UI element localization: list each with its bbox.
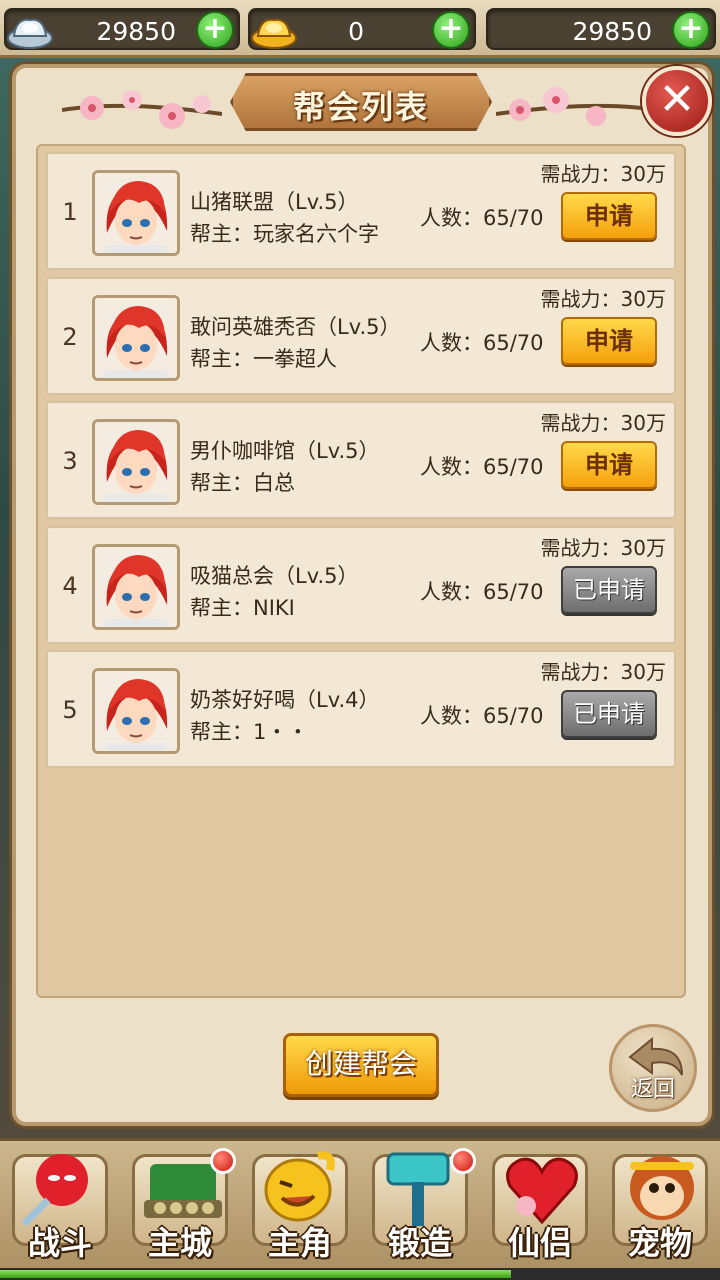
guild-name: 山猪联盟（Lv.5） bbox=[190, 190, 359, 214]
guild-rank: 5 bbox=[62, 696, 78, 724]
blossom-decoration-right bbox=[496, 87, 656, 126]
progress-fill bbox=[0, 1270, 512, 1278]
guild-rank: 4 bbox=[62, 572, 78, 600]
apply-button[interactable]: 申请 bbox=[561, 192, 657, 240]
guild-row[interactable]: 1 山猪联盟（Lv.5） 帮主：玩家名六个字 人数：65/70 需战力：30万 … bbox=[46, 152, 676, 270]
guild-leader: 帮主：白总 bbox=[190, 471, 295, 495]
applied-button[interactable]: 已申请 bbox=[561, 690, 657, 738]
guild-name: 奶茶好好喝（Lv.4） bbox=[190, 688, 380, 712]
nav-item[interactable]: 仙侣 bbox=[484, 1146, 596, 1264]
close-x-icon: ✕ bbox=[658, 74, 696, 125]
add-silver-button[interactable]: + bbox=[196, 11, 234, 49]
guild-members: 人数：65/70 bbox=[420, 580, 544, 604]
guild-leader-avatar bbox=[92, 544, 180, 630]
guild-leader-avatar bbox=[92, 170, 180, 256]
nav-label: 宠物 bbox=[627, 1224, 692, 1262]
guild-leader: 帮主：一拳超人 bbox=[190, 347, 337, 371]
applied-button[interactable]: 已申请 bbox=[561, 566, 657, 614]
nav-item[interactable]: 宠物 bbox=[604, 1146, 716, 1264]
gold-amount: 0 bbox=[348, 17, 364, 46]
guild-members: 人数：65/70 bbox=[420, 206, 544, 230]
guild-row[interactable]: 4 吸猫总会（Lv.5） 帮主：NIKI 人数：65/70 需战力：30万 已申… bbox=[46, 526, 676, 644]
power-requirement: 需战力：30万 bbox=[540, 536, 666, 560]
guild-name: 敢问英雄秃否（Lv.5） bbox=[190, 315, 401, 339]
silver-currency: 29850 + bbox=[4, 8, 240, 50]
nav-label: 主角 bbox=[267, 1224, 332, 1262]
add-third-button[interactable]: + bbox=[672, 11, 710, 49]
guild-rank: 2 bbox=[62, 323, 78, 351]
back-button[interactable]: 返回 bbox=[609, 1024, 697, 1112]
nav-item[interactable]: 战斗 bbox=[4, 1146, 116, 1264]
apply-button[interactable]: 申请 bbox=[561, 441, 657, 489]
guild-members: 人数：65/70 bbox=[420, 704, 544, 728]
back-label: 返回 bbox=[630, 1077, 675, 1102]
power-requirement: 需战力：30万 bbox=[540, 162, 666, 186]
apply-button[interactable]: 申请 bbox=[561, 317, 657, 365]
notification-badge bbox=[210, 1148, 236, 1174]
guild-name: 吸猫总会（Lv.5） bbox=[190, 564, 359, 588]
third-currency: 29850 + bbox=[486, 8, 716, 50]
guild-row[interactable]: 2 敢问英雄秃否（Lv.5） 帮主：一拳超人 人数：65/70 需战力：30万 … bbox=[46, 277, 676, 395]
guild-name: 男仆咖啡馆（Lv.5） bbox=[190, 439, 380, 463]
third-amount: 29850 bbox=[572, 17, 652, 46]
silver-ingot-icon bbox=[7, 18, 53, 49]
close-button[interactable]: ✕ bbox=[642, 66, 712, 136]
guild-leader: 帮主：玩家名六个字 bbox=[190, 222, 379, 246]
guild-leader: 帮主：1・・ bbox=[190, 720, 309, 744]
nav-item[interactable]: 锻造 bbox=[364, 1146, 476, 1264]
gold-currency: 0 + bbox=[248, 8, 476, 50]
guild-leader-avatar bbox=[92, 668, 180, 754]
panel-title: 帮会列表 bbox=[292, 88, 429, 126]
guild-rank: 1 bbox=[62, 198, 78, 226]
guild-members: 人数：65/70 bbox=[420, 455, 544, 479]
nav-item[interactable]: 主城 bbox=[124, 1146, 236, 1264]
power-requirement: 需战力：30万 bbox=[540, 287, 666, 311]
progress-bar bbox=[0, 1268, 720, 1280]
silver-amount: 29850 bbox=[96, 17, 176, 46]
create-guild-button[interactable]: 创建帮会 bbox=[283, 1033, 439, 1097]
blossom-decoration-left bbox=[62, 90, 222, 129]
nav-label: 仙侣 bbox=[507, 1224, 572, 1262]
guild-members: 人数：65/70 bbox=[420, 331, 544, 355]
nav-label: 战斗 bbox=[27, 1224, 92, 1262]
power-requirement: 需战力：30万 bbox=[540, 411, 666, 435]
add-gold-button[interactable]: + bbox=[432, 11, 470, 49]
power-requirement: 需战力：30万 bbox=[540, 660, 666, 684]
nav-label: 主城 bbox=[147, 1224, 212, 1262]
guild-leader: 帮主：NIKI bbox=[190, 596, 295, 620]
guild-leader-avatar bbox=[92, 295, 180, 381]
gold-ingot-icon bbox=[251, 18, 297, 49]
guild-row[interactable]: 3 男仆咖啡馆（Lv.5） 帮主：白总 人数：65/70 需战力：30万 申请 bbox=[46, 401, 676, 519]
guild-rank: 3 bbox=[62, 447, 78, 475]
notification-badge bbox=[450, 1148, 476, 1174]
nav-item[interactable]: 主角 bbox=[244, 1146, 356, 1264]
guild-leader-avatar bbox=[92, 419, 180, 505]
nav-label: 锻造 bbox=[387, 1224, 452, 1262]
guild-row[interactable]: 5 奶茶好好喝（Lv.4） 帮主：1・・ 人数：65/70 需战力：30万 已申… bbox=[46, 650, 676, 768]
